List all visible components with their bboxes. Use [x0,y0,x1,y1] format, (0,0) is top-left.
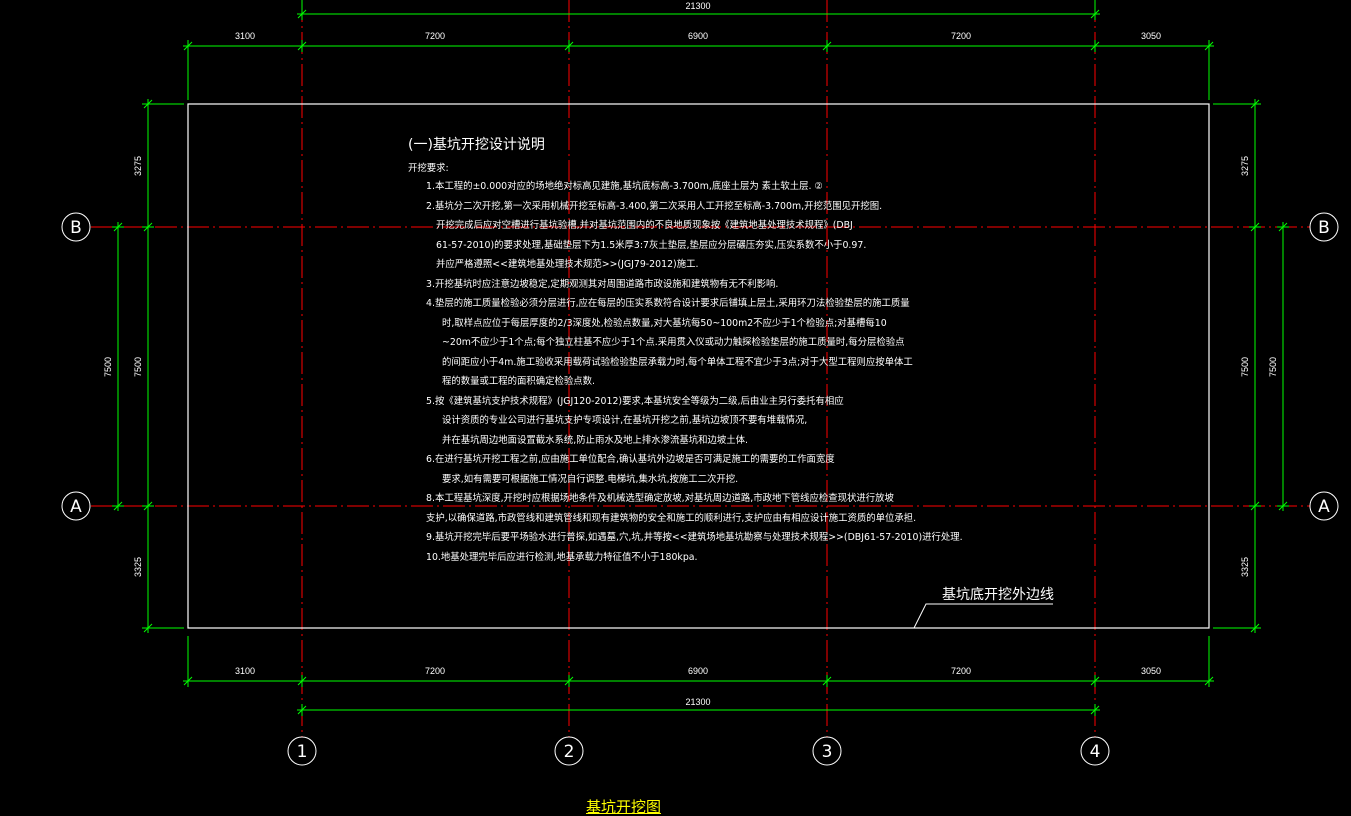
dim-top-seg-4: 7200 [951,31,971,41]
notes-title: (一)基坑开挖设计说明 [408,137,545,153]
dim-top-seg-2: 7200 [425,31,445,41]
note-line: 1.本工程的±0.000对应的场地绝对标高见建施,基坑底标高-3.700m,底座… [426,181,823,192]
dim-right-seg-3: 3325 [1240,557,1250,577]
axis-label-b-left: B [70,218,82,238]
note-line: 4.垫层的施工质量检验必须分层进行,应在每层的压实系数符合设计要求后铺填上层土,… [426,298,910,309]
dim-right-inner: 7500 [1268,357,1278,377]
dim-left-seg-2: 7500 [133,357,143,377]
cad-drawing-canvas: 21300 3100 7200 6900 7200 3050 3100 7200… [0,0,1351,816]
note-line: 并在基坑周边地面设置截水系统,防止雨水及地上排水渗流基坑和边坡土体. [442,434,748,446]
axis-label-3: 3 [822,742,833,762]
design-notes: (一)基坑开挖设计说明 开挖要求: 1.本工程的±0.000对应的场地绝对标高见… [408,135,963,567]
pit-edge-callout: 基坑底开挖外边线 [942,587,1054,603]
axis-label-a-left: A [70,497,82,517]
note-line: 6.在进行基坑开挖工程之前,应由施工单位配合,确认基坑外边坡是否可满足施工的需要… [426,454,835,465]
dim-left-seg-1: 3275 [133,156,143,176]
callout-leader [913,603,1053,629]
dim-right-seg-1: 3275 [1240,156,1250,176]
note-line: 8.本工程基坑深度,开挖时应根据场地条件及机械选型确定放坡,对基坑周边道路,市政… [426,493,894,504]
note-line: 9.基坑开挖完毕后要平场验水进行普探,如遇墓,穴,坑,井等按<<建筑场地基坑勘察… [426,532,963,543]
notes-heading: 开挖要求: [408,163,449,174]
dim-right-seg-2: 7500 [1240,357,1250,377]
note-line: 要求,如有需要可根据施工情况自行调整.电梯坑,集水坑,按施工二次开挖. [442,473,739,485]
note-line: 5.按《建筑基坑支护技术规程》(JGJ120-2012)要求,本基坑安全等级为二… [426,395,844,407]
dim-top-overall: 21300 [685,1,710,11]
note-line: 支护,以确保道路,市政管线和建筑管线和现有建筑物的安全和施工的顺利进行,支护应由… [426,512,917,524]
dim-bottom-seg-4: 7200 [951,666,971,676]
axis-label-4: 4 [1090,742,1101,762]
note-line: 设计资质的专业公司进行基坑支护专项设计,在基坑开挖之前,基坑边坡顶不要有堆载情况… [442,415,808,426]
note-line: 开挖完成后应对空槽进行基坑验槽,并对基坑范围内的不良地质现象按《建筑地基处理技术… [436,220,853,231]
axis-label-1: 1 [297,742,308,762]
dim-left-seg-3: 3325 [133,557,143,577]
dim-top-seg-3: 6900 [688,31,708,41]
note-line: ~20m不应少于1个点;每个独立柱基不应少于1个点.采用贯入仪或动力触探检验垫层… [442,337,905,348]
note-line: 时,取样点应位于每层厚度的2/3深度处,检验点数量,对大基坑每50~100m2不… [442,317,887,329]
drawing-title: 基坑开挖图 [586,798,662,816]
dim-top-seg-1: 3100 [235,31,255,41]
axis-label-b-right: B [1318,218,1330,238]
dim-bottom-seg-2: 7200 [425,666,445,676]
dim-bottom-seg-3: 6900 [688,666,708,676]
axis-label-2: 2 [564,742,575,762]
dim-left-inner: 7500 [103,357,113,377]
note-line: 3.开挖基坑时应注意边坡稳定,定期观测其对周围道路市政设施和建筑物有无不利影响. [426,278,779,290]
note-line: 的间距应小于4m.施工验收采用载荷试验检验垫层承载力时,每个单体工程不宜少于3点… [442,356,913,368]
dim-top-seg-5: 3050 [1141,31,1161,41]
note-line: 2.基坑分二次开挖,第一次采用机械开挖至标高-3.400,第二次采用人工开挖至标… [426,200,883,212]
note-line: 10.地基处理完毕后应进行检测,地基承载力特征值不小于180kpa. [426,551,698,563]
note-line: 61-57-2010)的要求处理,基础垫层下为1.5米厚3:7灰土垫层,垫层应分… [436,239,867,251]
dim-bottom-seg-5: 3050 [1141,666,1161,676]
note-line: 并应严格遵照<<建筑地基处理技术规范>>(JGJ79-2012)施工. [436,259,699,270]
note-line: 程的数量或工程的面积确定检验点数. [442,376,595,387]
axis-label-a-right: A [1318,497,1330,517]
dim-bottom-seg-1: 3100 [235,666,255,676]
dim-bottom-overall: 21300 [685,697,710,707]
